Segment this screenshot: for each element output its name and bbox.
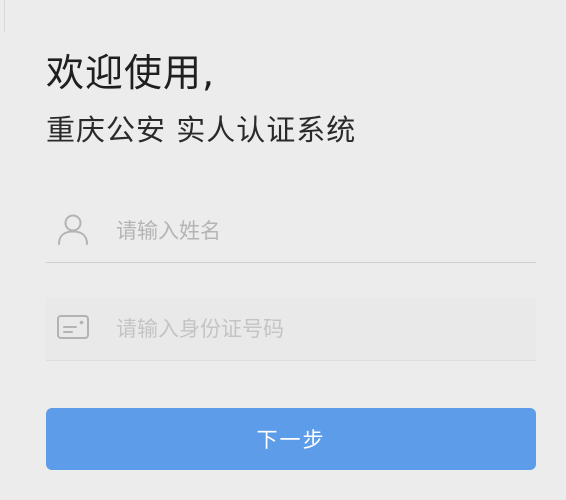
id-card-icon [56,310,90,344]
name-input[interactable] [116,200,526,262]
user-icon [56,212,90,246]
edge-divider [0,0,5,32]
welcome-heading: 欢迎使用, [46,51,216,95]
auth-screen: 欢迎使用, 重庆公安 实人认证系统 下一步 [0,0,566,500]
next-button[interactable]: 下一步 [46,408,536,470]
id-number-field[interactable] [46,298,536,361]
name-field[interactable] [46,200,536,263]
system-title: 重庆公安 实人认证系统 [46,113,357,147]
id-number-input[interactable] [116,298,526,360]
